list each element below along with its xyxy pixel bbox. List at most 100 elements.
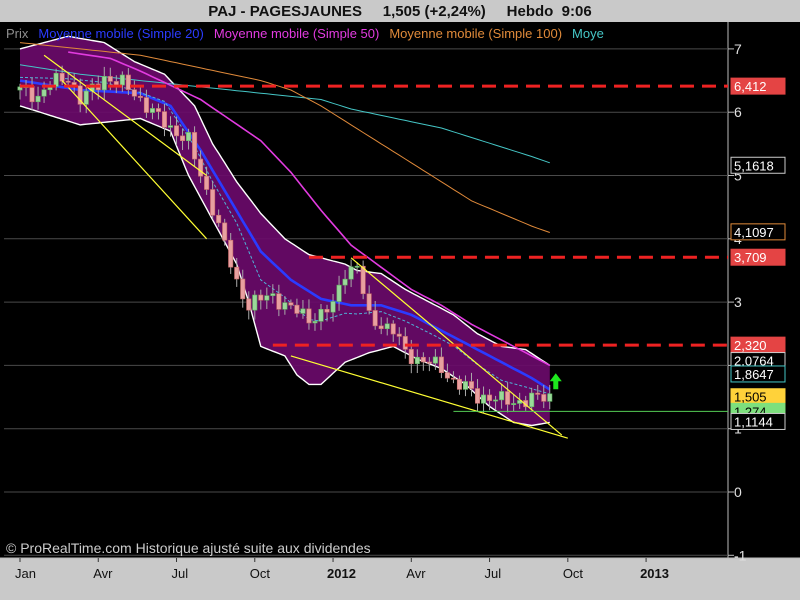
candle-body xyxy=(149,108,155,113)
candle-body xyxy=(499,391,505,401)
x-tick-label: Oct xyxy=(250,566,271,581)
candle-body xyxy=(258,294,264,301)
legend-entry: Moyenne mobile (Simple 50) xyxy=(214,26,379,41)
x-tick-label: 2012 xyxy=(327,566,356,581)
candle-body xyxy=(384,323,390,330)
candle-body xyxy=(282,302,288,310)
candle-body xyxy=(216,214,222,224)
x-tick-label: Avr xyxy=(406,566,426,581)
candle-body xyxy=(306,308,312,324)
candle-body xyxy=(192,132,198,160)
candle-body xyxy=(426,361,432,364)
candle-body xyxy=(180,135,186,142)
candle-body xyxy=(372,310,378,327)
candle-body xyxy=(143,97,149,113)
candle-body xyxy=(222,222,228,241)
candle-body xyxy=(360,265,366,295)
candle-body xyxy=(137,95,143,98)
x-tick-label: Jul xyxy=(172,566,189,581)
candle-body xyxy=(402,336,408,350)
candle-body xyxy=(396,333,402,337)
signal-arrow-up-icon xyxy=(549,373,562,390)
candle-body xyxy=(541,394,547,402)
candle-body xyxy=(408,349,414,364)
price-label-text: 1,505 xyxy=(734,390,767,405)
candle-body xyxy=(505,391,511,405)
candle-body xyxy=(59,72,65,82)
candle-body xyxy=(234,266,240,280)
price-label-text: 4,1097 xyxy=(734,225,774,240)
candle-body xyxy=(318,309,324,322)
candle-body xyxy=(246,298,252,311)
candle-body xyxy=(300,308,306,314)
candle-body xyxy=(29,86,35,103)
candle-body xyxy=(288,302,294,306)
price-label-text: 5,1618 xyxy=(734,158,774,173)
y-tick-label: 6 xyxy=(734,104,742,120)
copyright-text: © ProRealTime.com Historique ajusté suit… xyxy=(6,540,371,556)
candle-body xyxy=(125,74,131,90)
x-tick-label: Oct xyxy=(563,566,584,581)
legend-entry: Prix xyxy=(6,26,29,41)
candle-body xyxy=(456,378,462,390)
candle-body xyxy=(101,76,107,91)
candle-body xyxy=(53,72,59,87)
candle-body xyxy=(438,356,444,373)
candle-body xyxy=(204,175,210,190)
candle-body xyxy=(107,76,113,82)
candle-body xyxy=(348,266,354,280)
legend-entry: Moye xyxy=(572,26,604,41)
y-tick-label: 7 xyxy=(734,41,742,57)
candle-body xyxy=(161,111,167,128)
y-tick-label: -1 xyxy=(734,547,747,563)
candle-body xyxy=(342,278,348,286)
candle-body xyxy=(65,80,71,83)
legend-entry: Moyenne mobile (Simple 100) xyxy=(389,26,562,41)
candle-body xyxy=(240,278,246,300)
candle-body xyxy=(131,89,137,97)
price-label-text: 1,1144 xyxy=(734,414,773,429)
candle-body xyxy=(475,388,481,404)
candle-body xyxy=(414,356,420,364)
x-tick-label: Avr xyxy=(93,566,113,581)
x-tick-label: Jan xyxy=(15,566,36,581)
candle-body xyxy=(432,356,438,364)
candle-body xyxy=(535,392,541,395)
candle-body xyxy=(481,394,487,404)
price-label-text: 6,412 xyxy=(734,79,767,94)
candle-body xyxy=(174,125,180,137)
candle-body xyxy=(312,321,318,324)
candle-body xyxy=(324,309,330,313)
candle-body xyxy=(330,301,336,313)
candle-body xyxy=(186,132,192,142)
y-tick-label: 3 xyxy=(734,294,742,310)
candle-body xyxy=(462,381,468,390)
price-chart[interactable]: 76543210-1JanAvrJulOct2012AvrJulOct20136… xyxy=(0,0,800,600)
candle-body xyxy=(354,265,360,268)
candle-body xyxy=(119,74,125,86)
candle-body xyxy=(83,90,89,105)
candle-body xyxy=(168,125,174,128)
candle-body xyxy=(487,394,493,401)
candle-body xyxy=(420,356,426,363)
candle-body xyxy=(493,399,499,402)
candle-body xyxy=(444,372,450,379)
legend-entry: Moyenne mobile (Simple 20) xyxy=(38,26,203,41)
candle-body xyxy=(468,381,474,389)
price-label-text: 2,320 xyxy=(734,338,767,353)
candle-body xyxy=(270,293,276,296)
candle-body xyxy=(198,158,204,177)
candle-body xyxy=(252,294,258,311)
candle-body xyxy=(547,393,553,402)
y-tick-label: 0 xyxy=(734,484,742,500)
candle-body xyxy=(378,325,384,330)
candle-body xyxy=(228,239,234,268)
candle-body xyxy=(264,295,270,301)
x-tick-label: 2013 xyxy=(640,566,669,581)
candle-body xyxy=(113,81,119,86)
candle-body xyxy=(450,377,456,380)
bollinger-band-fill xyxy=(20,36,550,426)
price-label-text: 1,8647 xyxy=(734,367,774,382)
candle-body xyxy=(336,284,342,302)
candle-body xyxy=(511,403,517,405)
